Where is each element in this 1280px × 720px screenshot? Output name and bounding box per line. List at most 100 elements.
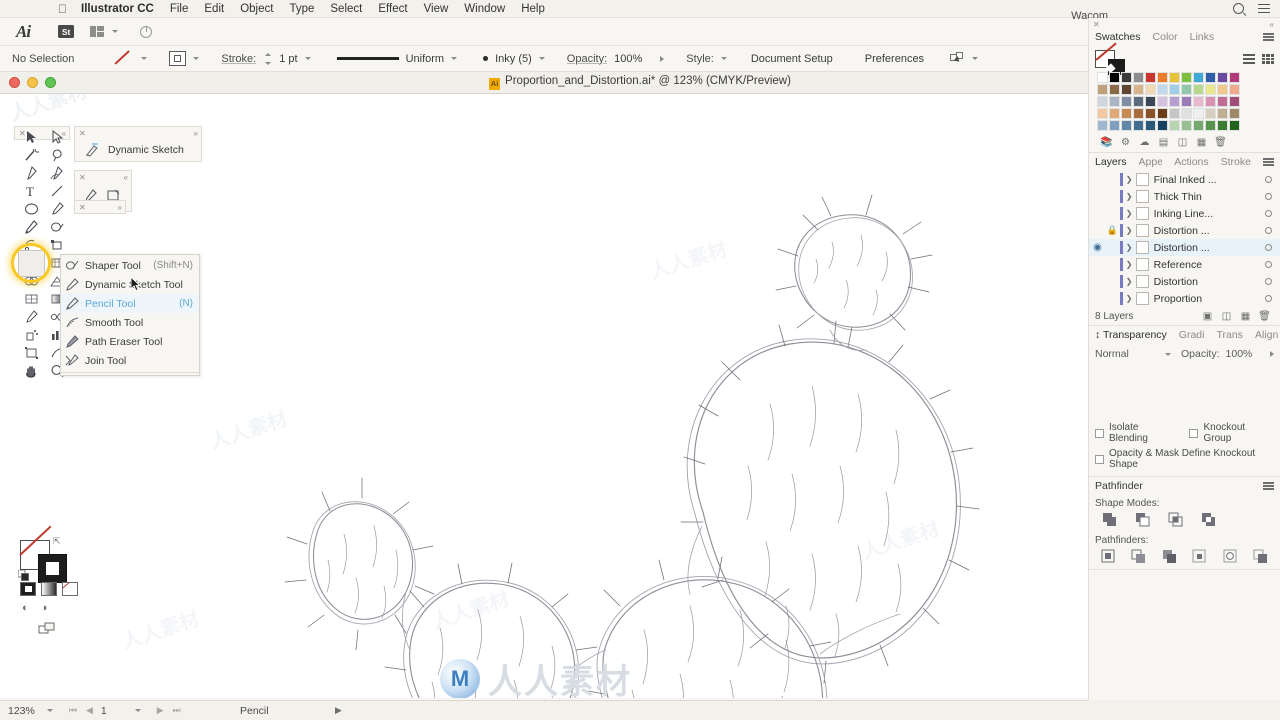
swatch-cell[interactable]: [1109, 96, 1120, 107]
tab-appearance[interactable]: Appearan: [1139, 156, 1163, 168]
swatch-cell[interactable]: [1121, 120, 1132, 131]
list-icon[interactable]: [1258, 4, 1270, 13]
layer-target-icon[interactable]: [1265, 278, 1272, 285]
swatch-cell[interactable]: [1133, 84, 1144, 95]
swatch-cell[interactable]: [1109, 108, 1120, 119]
tab-layers[interactable]: Layers: [1095, 156, 1127, 168]
stroke-color-swatch[interactable]: [114, 50, 134, 66]
swatch-cell[interactable]: [1109, 84, 1120, 95]
layer-row[interactable]: ❯ Inking Line...: [1089, 205, 1280, 222]
tool-pen-tool[interactable]: [18, 164, 44, 182]
tool-mesh-tool[interactable]: [18, 290, 44, 308]
swatch-cell[interactable]: [1205, 120, 1216, 131]
layer-target-icon[interactable]: [1265, 193, 1272, 200]
stroke-color-chevron-down-icon[interactable]: [141, 57, 148, 60]
tab-align[interactable]: Align: [1255, 329, 1278, 341]
swatch-cell[interactable]: [1181, 84, 1192, 95]
layer-row[interactable]: ❯ Distortion: [1089, 273, 1280, 290]
swatch-cell[interactable]: [1169, 120, 1180, 131]
color-fill-button[interactable]: [20, 582, 36, 596]
tool-artboard-tool[interactable]: [18, 344, 44, 362]
layer-target-icon[interactable]: [1265, 261, 1272, 268]
page-number-value[interactable]: 1: [101, 705, 107, 717]
fill-swatch[interactable]: [38, 554, 67, 583]
swatches-panel[interactable]: ✕ « Swatches Color Links 📚 ⚙ ☁ ▤ ◫ ▦ 🗑: [1089, 20, 1280, 153]
swatch-cell[interactable]: [1145, 96, 1156, 107]
tool-selection-tool[interactable]: [18, 128, 44, 146]
outline-icon[interactable]: [1215, 548, 1246, 565]
swatch-cell[interactable]: [1193, 72, 1204, 83]
page-navigation[interactable]: ⏮ ◀: [69, 705, 93, 716]
menu-item-edit[interactable]: Edit: [204, 3, 224, 15]
opacity-value[interactable]: 100%: [614, 53, 642, 65]
swatch-cell[interactable]: [1205, 72, 1216, 83]
page-navigation-next[interactable]: ▶ ⏭: [157, 705, 181, 716]
panel-menu-icon[interactable]: [1263, 482, 1274, 490]
menu-item-window[interactable]: Window: [464, 3, 505, 15]
delete-layer-icon[interactable]: 🗑: [1255, 311, 1274, 322]
expand-icon[interactable]: »: [194, 129, 199, 138]
tab-actions[interactable]: Actions: [1174, 156, 1208, 168]
select-similar-icon[interactable]: [950, 52, 965, 65]
swatch-cell[interactable]: [1109, 72, 1120, 83]
flyout-item-dynamic-sketch-tool[interactable]: Dynamic Sketch Tool: [61, 275, 199, 294]
dynamic-sketch-panel[interactable]: ✕ » Dynamic Sketch: [74, 126, 202, 162]
layer-row[interactable]: ❯ Final Inked ...: [1089, 171, 1280, 188]
visibility-eye-icon[interactable]: ◉: [1089, 242, 1106, 253]
tab-swatches[interactable]: Swatches: [1095, 31, 1141, 43]
intersect-icon[interactable]: [1159, 511, 1192, 528]
show-kinds-icon[interactable]: ☁: [1135, 136, 1154, 149]
swatches-grid[interactable]: [1089, 70, 1280, 134]
tool-magic-wand-tool[interactable]: [18, 146, 44, 164]
tab-transform[interactable]: Trans: [1216, 329, 1242, 341]
next-page-icon[interactable]: ▶: [157, 705, 164, 716]
isolate-blending-checkbox[interactable]: [1095, 428, 1104, 438]
flyout-item-path-eraser-tool[interactable]: Path Eraser Tool: [61, 332, 199, 351]
swatch-cell[interactable]: [1121, 96, 1132, 107]
stroke-weight-chevron-down-icon[interactable]: [304, 57, 311, 60]
page-chevron-down-icon[interactable]: [134, 709, 141, 712]
swatch-cell[interactable]: [1145, 120, 1156, 131]
blend-mode-chevron-down-icon[interactable]: [1165, 352, 1171, 356]
menu-item-help[interactable]: Help: [521, 3, 545, 15]
swatch-cell[interactable]: [1121, 84, 1132, 95]
arrange-documents-icon[interactable]: [90, 26, 105, 37]
transparency-panel[interactable]: ↕ Transparency Gradi Trans Align Normal …: [1089, 326, 1280, 477]
flyout-item-smooth-tool[interactable]: Smooth Tool: [61, 313, 199, 332]
swatch-cell[interactable]: [1229, 108, 1240, 119]
menu-item-type[interactable]: Type: [289, 3, 314, 15]
close-icon[interactable]: ✕: [1093, 20, 1100, 29]
transparency-opacity-value[interactable]: 100%: [1226, 348, 1253, 360]
swatch-cell[interactable]: [1169, 72, 1180, 83]
layer-target-icon[interactable]: [1265, 244, 1272, 251]
swatch-cell[interactable]: [1145, 72, 1156, 83]
expand-icon[interactable]: »: [118, 203, 123, 212]
chevron-right-icon[interactable]: ❯: [1123, 260, 1136, 269]
divide-icon[interactable]: [1093, 548, 1124, 565]
flyout-item-shaper-tool[interactable]: Shaper Tool (Shift+N): [61, 256, 199, 275]
swatch-options-icon[interactable]: ▤: [1154, 136, 1173, 149]
minus-front-icon[interactable]: [1126, 511, 1159, 528]
exclude-icon[interactable]: [1192, 511, 1225, 528]
zoom-level-value[interactable]: 123%: [8, 705, 35, 717]
lock-icon[interactable]: 🔒: [1106, 225, 1119, 236]
close-icon[interactable]: ✕: [79, 203, 86, 212]
layer-row[interactable]: ❯ Proportion: [1089, 290, 1280, 307]
chevron-right-icon[interactable]: ❯: [1123, 294, 1136, 303]
chevron-right-icon[interactable]: ❯: [1123, 277, 1136, 286]
swatch-cell[interactable]: [1157, 96, 1168, 107]
collapse-icon[interactable]: «: [124, 173, 129, 182]
tool-direct-selection-tool[interactable]: [44, 128, 70, 146]
apple-icon[interactable]: : [58, 2, 67, 16]
first-page-icon[interactable]: ⏮: [69, 705, 77, 716]
tool-lasso-tool[interactable]: [44, 146, 70, 164]
swatches-fill-stroke-preview[interactable]: [1095, 42, 1125, 75]
fill-stroke-control[interactable]: ⇱: [18, 525, 68, 583]
zoom-chevron-down-icon[interactable]: [46, 709, 53, 712]
swap-fill-stroke-icon[interactable]: ⇱: [53, 536, 61, 547]
swatches-footer-buttons[interactable]: 📚 ⚙ ☁ ▤ ◫ ▦ 🗑: [1089, 134, 1280, 152]
chevron-right-icon[interactable]: ❯: [1123, 243, 1136, 252]
close-icon[interactable]: ✕: [79, 173, 86, 182]
swatch-cell[interactable]: [1133, 120, 1144, 131]
chevron-right-icon[interactable]: ❯: [1123, 209, 1136, 218]
